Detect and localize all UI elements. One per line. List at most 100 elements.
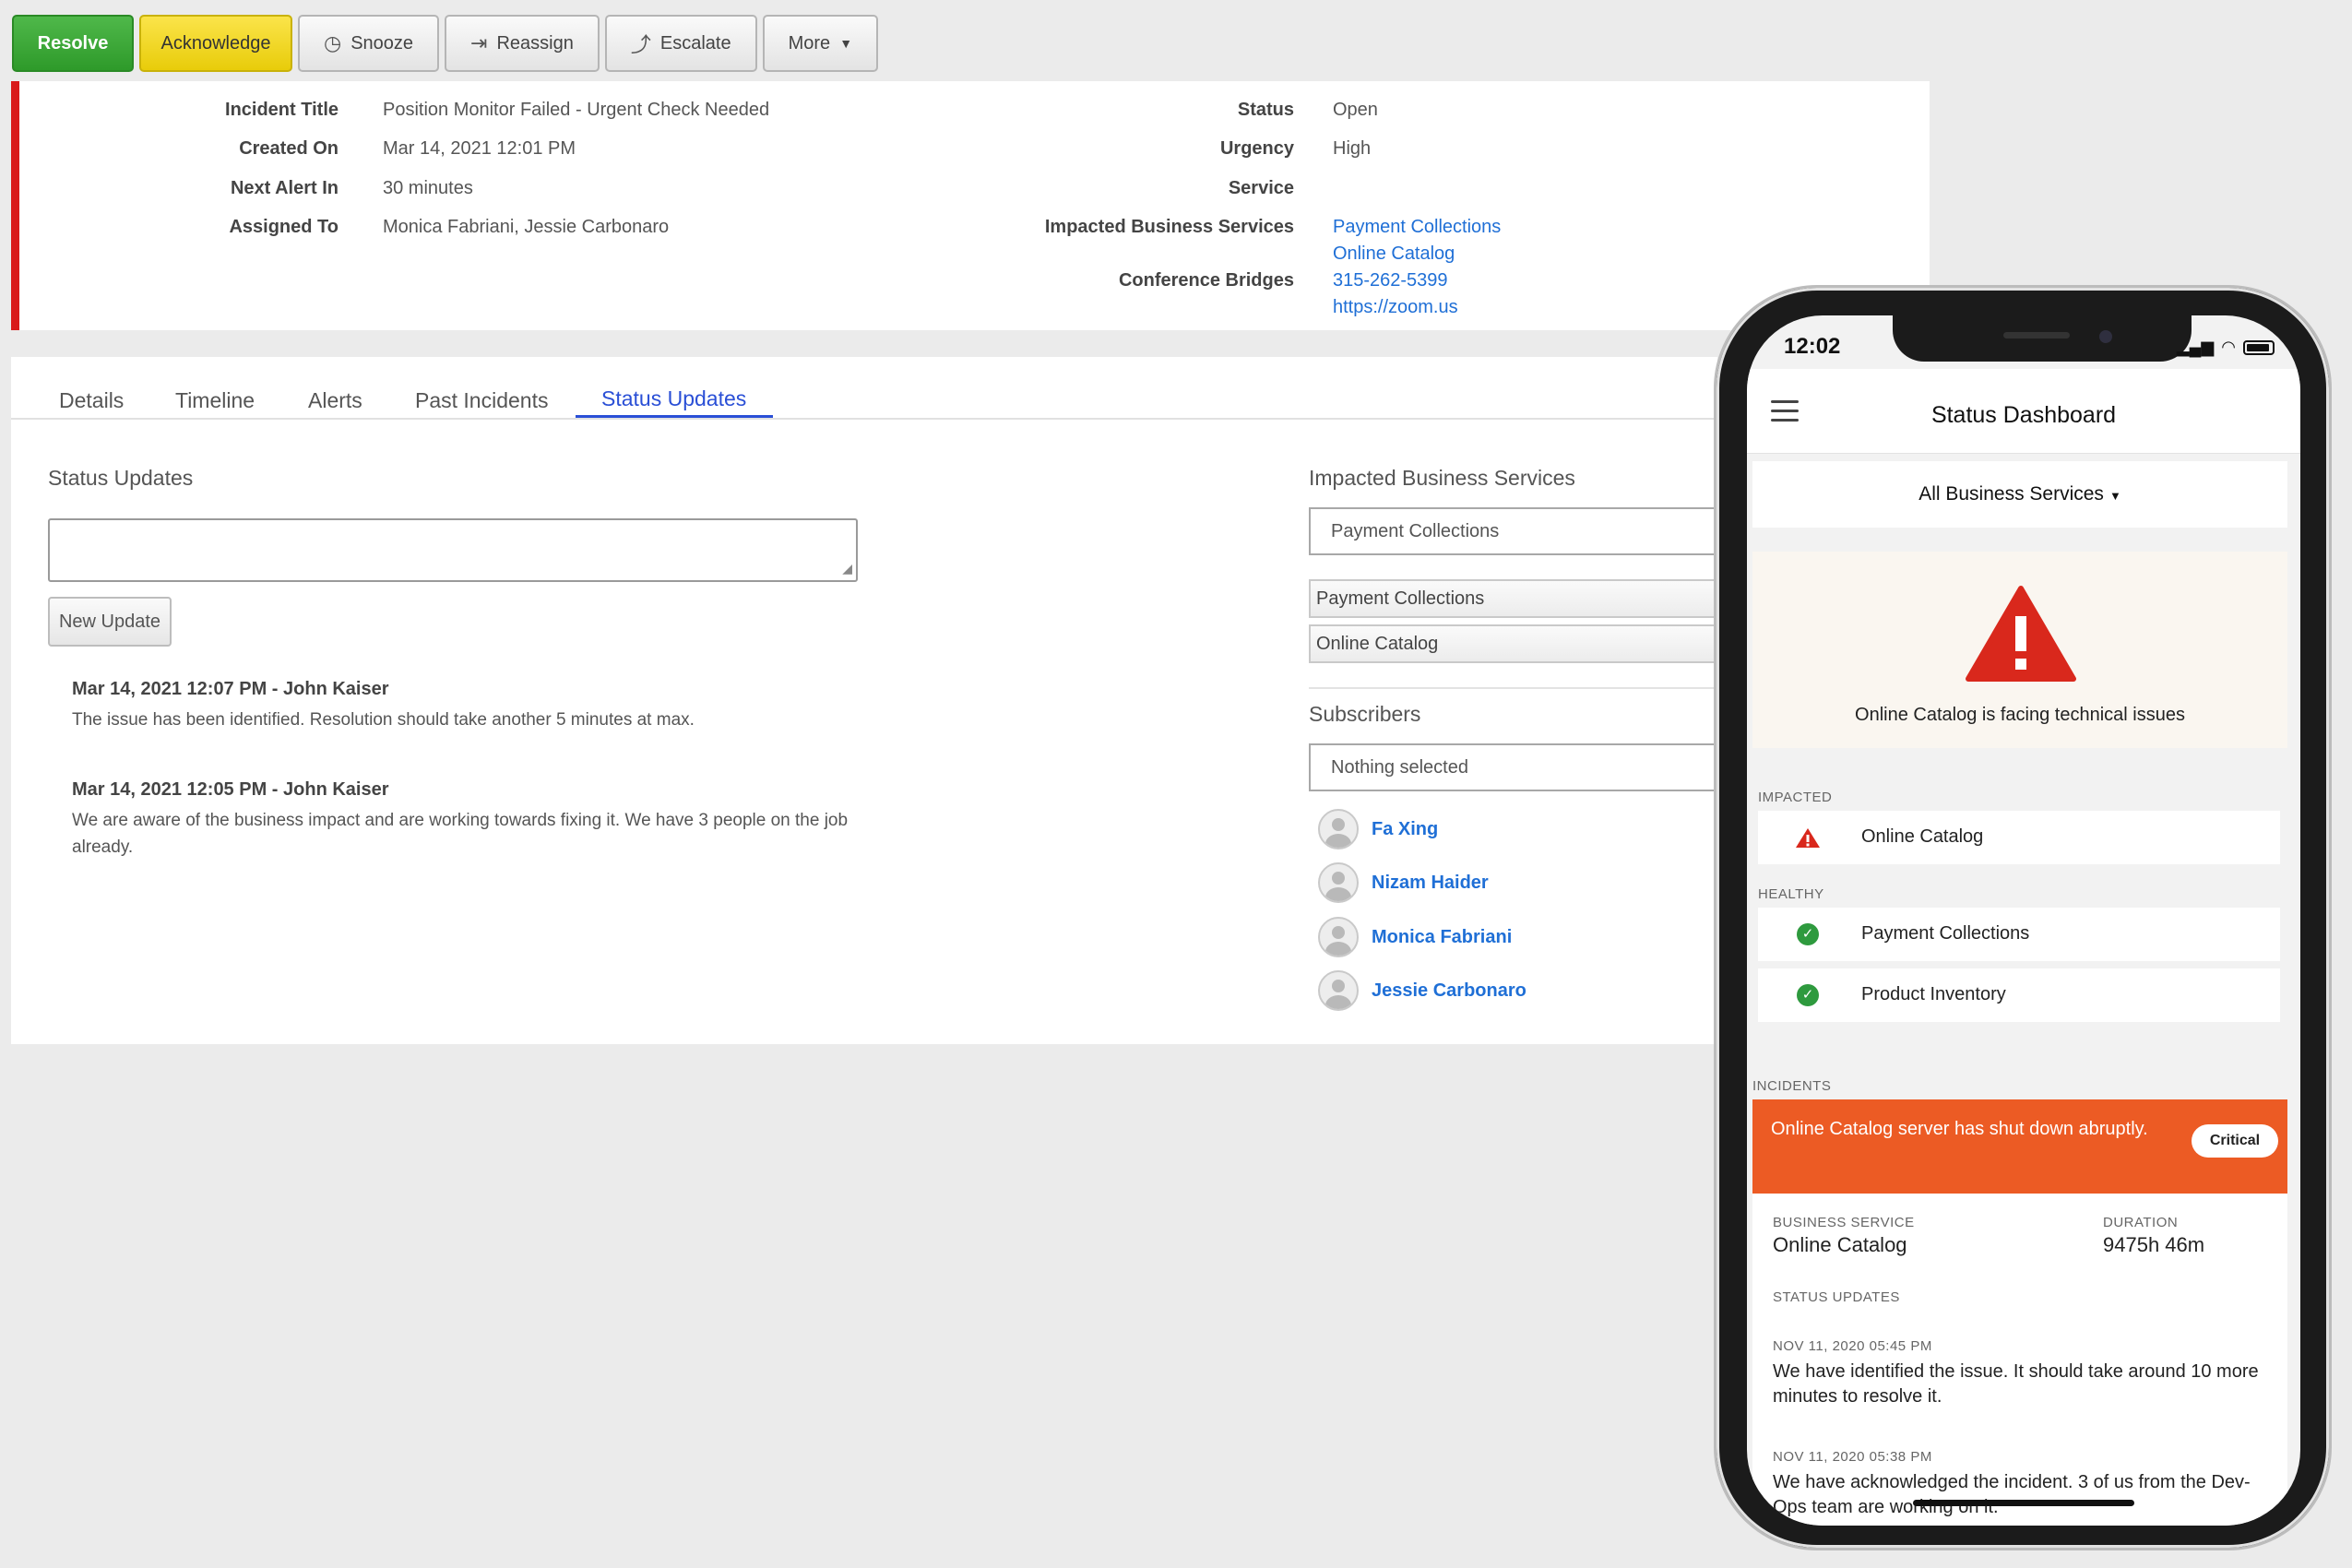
- subscriber-name[interactable]: Fa Xing: [1372, 819, 1438, 840]
- business-services-filter[interactable]: All Business Services ▼: [1752, 461, 2287, 528]
- subscriber-item[interactable]: Jessie Carbonaro: [1318, 970, 1526, 1011]
- urgency-value: High: [1333, 138, 1372, 159]
- update-text: We have identified the issue. It should …: [1773, 1361, 2259, 1407]
- impacted-service-item[interactable]: Payment Collections: [1309, 579, 1717, 618]
- status-updates-title: Status Updates: [48, 466, 194, 490]
- avatar: [1318, 862, 1359, 903]
- tab-bar: Details Timeline Alerts Past Incidents S…: [11, 357, 1717, 420]
- incident-title-value: Position Monitor Failed - Urgent Check N…: [383, 100, 770, 120]
- duration-value: 9475h 46m: [2103, 1233, 2205, 1256]
- escalate-icon: ⤴: [630, 33, 651, 56]
- status-bar-time: 12:02: [1784, 334, 1841, 359]
- update-time: NOV 11, 2020 05:45 PM: [1773, 1338, 1932, 1354]
- phone-screen: 12:02 ▂▄▆ ◠ Status Dashboard All Busines…: [1747, 315, 2300, 1526]
- impacted-service-row[interactable]: Online Catalog: [1758, 811, 2280, 864]
- check-circle-icon: ✓: [1797, 923, 1819, 945]
- new-update-button[interactable]: New Update: [48, 597, 172, 647]
- impacted-service-link[interactable]: Online Catalog: [1333, 244, 1455, 265]
- service-name: Payment Collections: [1861, 923, 2030, 944]
- urgency-label: Urgency: [1219, 138, 1294, 159]
- acknowledge-button[interactable]: Acknowledge: [139, 15, 292, 72]
- bridge-url-link[interactable]: https://zoom.us: [1333, 297, 1458, 318]
- subscriber-item[interactable]: Fa Xing: [1318, 809, 1438, 849]
- tab-alerts[interactable]: Alerts: [308, 388, 362, 413]
- impacted-services-title: Impacted Business Services: [1309, 466, 1575, 490]
- duration-caption: DURATION: [2103, 1215, 2179, 1230]
- tab-past-incidents[interactable]: Past Incidents: [415, 388, 548, 413]
- more-button[interactable]: More ▼: [762, 15, 879, 72]
- phone-frame: 12:02 ▂▄▆ ◠ Status Dashboard All Busines…: [1714, 285, 2332, 1550]
- next-alert-label: Next Alert In: [230, 178, 339, 198]
- assigned-to-value: Monica Fabriani, Jessie Carbonaro: [383, 217, 670, 237]
- subscriber-item[interactable]: Monica Fabriani: [1318, 917, 1512, 957]
- status-update-textarea[interactable]: ◢: [48, 518, 858, 582]
- warning-icon: [1796, 828, 1820, 848]
- escalate-button[interactable]: ⤴ Escalate: [604, 15, 757, 72]
- active-tab-indicator: [576, 415, 773, 418]
- bridge-phone-link[interactable]: 315-262-5399: [1333, 270, 1448, 291]
- avatar: [1318, 809, 1359, 849]
- status-bar-icons: ▂▄▆ ◠: [2177, 338, 2275, 357]
- subscribers-select[interactable]: Nothing selected: [1309, 743, 1717, 791]
- status-label: Status: [1237, 100, 1294, 120]
- camera-icon: [2099, 330, 2112, 343]
- subscriber-name[interactable]: Monica Fabriani: [1372, 927, 1512, 948]
- healthy-service-row[interactable]: ✓ Product Inventory: [1758, 968, 2280, 1022]
- alert-message: Online Catalog is facing technical issue…: [1855, 705, 2185, 725]
- impacted-services-label: Impacted Business Services: [1044, 217, 1294, 237]
- subscriber-name[interactable]: Nizam Haider: [1372, 873, 1489, 894]
- warning-triangle-icon: [1966, 586, 2076, 682]
- status-value: Open: [1333, 100, 1378, 120]
- section-divider: [1309, 687, 1717, 689]
- incident-title: Online Catalog server has shut down abru…: [1771, 1119, 2148, 1139]
- tab-timeline[interactable]: Timeline: [175, 388, 255, 413]
- clock-icon: ◷: [324, 31, 342, 54]
- incidents-caption: INCIDENTS: [1752, 1078, 1832, 1094]
- subscriber-name[interactable]: Jessie Carbonaro: [1372, 980, 1526, 1002]
- update-text: We have acknowledged the incident. 3 of …: [1773, 1472, 2251, 1517]
- wifi-icon: ◠: [2221, 338, 2236, 356]
- more-label: More: [788, 32, 831, 53]
- resize-handle-icon[interactable]: ◢: [842, 561, 852, 576]
- service-label: Service: [1228, 178, 1294, 198]
- tab-status-updates[interactable]: Status Updates: [601, 386, 746, 411]
- created-on-label: Created On: [239, 138, 339, 159]
- update-header: Mar 14, 2021 12:07 PM - John Kaiser: [72, 679, 389, 699]
- incident-info-panel: Incident Title Position Monitor Failed -…: [11, 81, 1930, 330]
- home-indicator[interactable]: [1913, 1500, 2134, 1506]
- incident-title-label: Incident Title: [225, 100, 339, 120]
- update-body: We are aware of the business impact and …: [72, 811, 849, 857]
- reassign-icon: ⇥: [470, 31, 488, 54]
- caret-down-icon: ▼: [2108, 489, 2121, 503]
- avatar: [1318, 970, 1359, 1011]
- tab-details[interactable]: Details: [59, 388, 124, 413]
- check-circle-icon: ✓: [1797, 984, 1819, 1006]
- subscriber-item[interactable]: Nizam Haider: [1318, 862, 1489, 903]
- app-bar: Status Dashboard: [1747, 369, 2300, 454]
- alert-card: Online Catalog is facing technical issue…: [1752, 552, 2287, 748]
- snooze-button[interactable]: ◷ Snooze: [298, 15, 440, 72]
- next-alert-value: 30 minutes: [383, 178, 473, 198]
- assigned-to-label: Assigned To: [229, 217, 339, 237]
- speaker-grille: [2003, 332, 2070, 339]
- escalate-label: Escalate: [659, 32, 731, 53]
- reassign-button[interactable]: ⇥ Reassign: [445, 15, 600, 72]
- signal-icon: ▂▄▆: [2176, 338, 2215, 356]
- caret-down-icon: ▼: [839, 36, 853, 51]
- reassign-label: Reassign: [496, 32, 574, 53]
- impacted-service-link[interactable]: Payment Collections: [1333, 217, 1501, 238]
- update-time: NOV 11, 2020 05:38 PM: [1773, 1449, 1932, 1465]
- impacted-caption: IMPACTED: [1758, 790, 1833, 805]
- resolve-button[interactable]: Resolve: [12, 15, 134, 72]
- severity-badge: Critical: [2192, 1124, 2278, 1158]
- avatar: [1318, 917, 1359, 957]
- impacted-service-item[interactable]: Online Catalog: [1309, 624, 1717, 663]
- incident-detail: BUSINESS SERVICE Online Catalog DURATION…: [1752, 1194, 2287, 1526]
- impacted-service-select[interactable]: Payment Collections: [1309, 507, 1717, 555]
- business-service-caption: BUSINESS SERVICE: [1773, 1215, 1915, 1230]
- battery-icon: [2243, 339, 2275, 355]
- healthy-service-row[interactable]: ✓ Payment Collections: [1758, 908, 2280, 961]
- service-name: Product Inventory: [1861, 984, 2006, 1004]
- incident-card[interactable]: Online Catalog server has shut down abru…: [1752, 1099, 2287, 1194]
- update-header: Mar 14, 2021 12:05 PM - John Kaiser: [72, 779, 389, 800]
